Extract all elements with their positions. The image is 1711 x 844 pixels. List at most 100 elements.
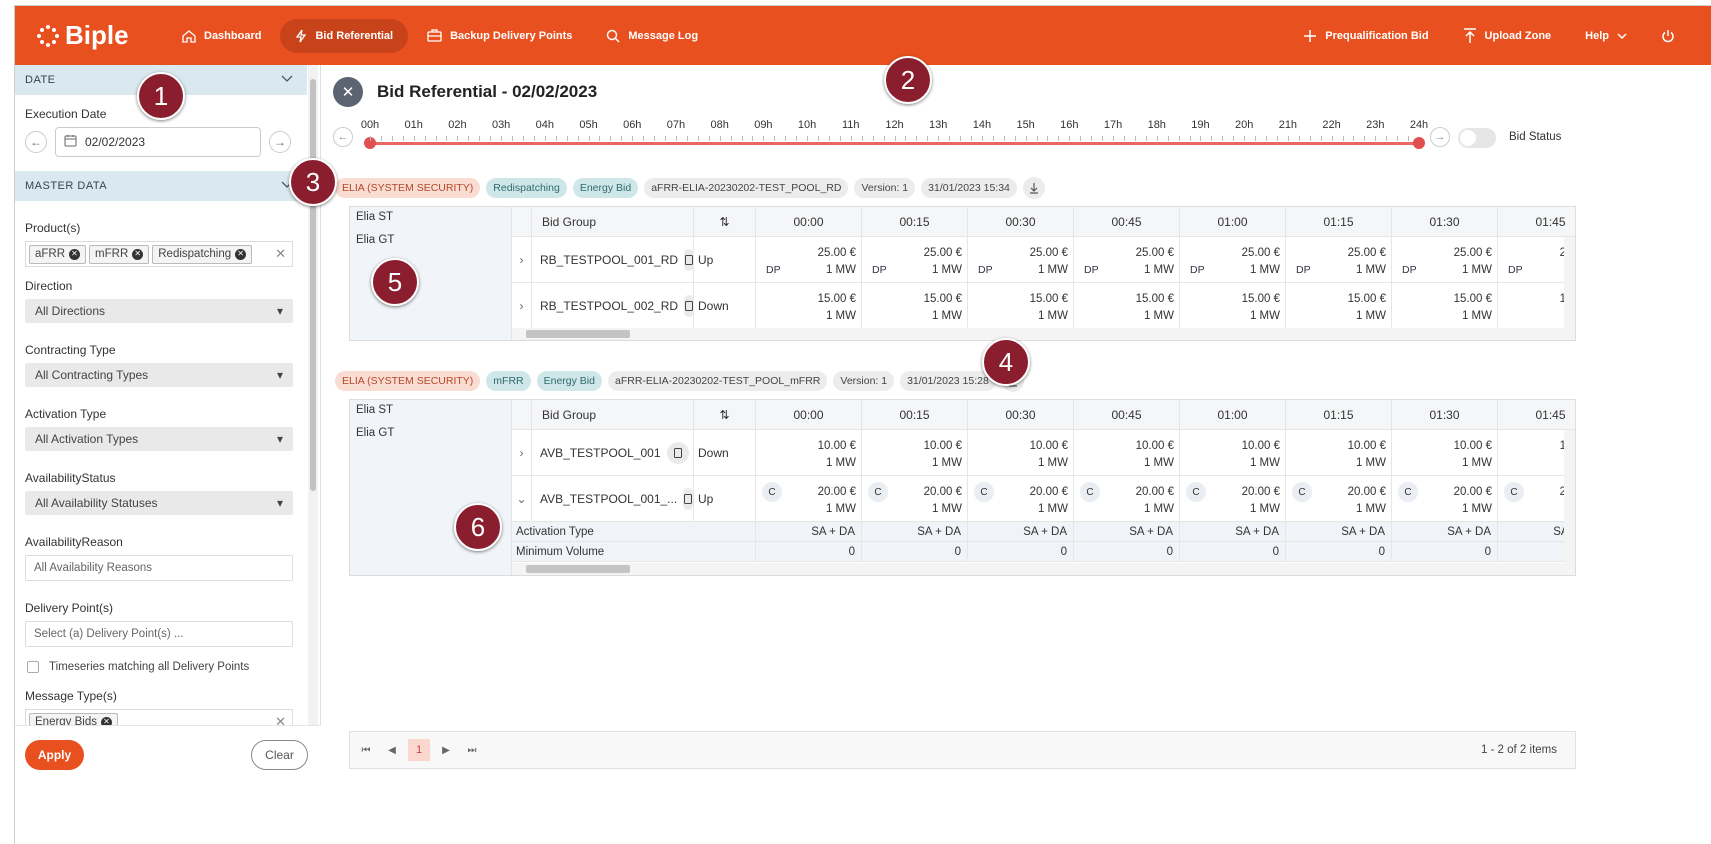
previous-date-button[interactable]: ← — [25, 131, 47, 153]
table-vscrollbar[interactable] — [1564, 430, 1575, 563]
remove-chip-icon[interactable]: ✕ — [132, 248, 144, 260]
table-hscroll-thumb[interactable] — [526, 565, 630, 573]
timeline-tick — [1353, 136, 1355, 141]
products-multiselect[interactable]: aFRR ✕ mFRR ✕ Redispatching ✕ ✕ — [25, 241, 293, 267]
expand-row-button[interactable]: › — [512, 283, 532, 328]
value-cell: 15.00 € 1 MW — [968, 283, 1074, 328]
app-logo[interactable]: Biple — [37, 20, 167, 51]
last-page-button[interactable]: ⏭ — [462, 745, 482, 756]
logout-button[interactable] — [1646, 19, 1690, 53]
next-page-button[interactable]: ▶ — [436, 745, 456, 756]
execution-date-input[interactable]: 02/02/2023 — [55, 127, 261, 157]
table-header: Bid Group ⇅ 00:00 00:15 00:30 00:45 01:00 01:15… — [512, 207, 1575, 237]
table-vscrollbar[interactable] — [1564, 237, 1575, 328]
remove-chip-icon[interactable]: ✕ — [235, 248, 247, 260]
clear-all-icon[interactable]: ✕ — [275, 714, 286, 725]
expand-row-button[interactable]: › — [512, 430, 532, 475]
contracting-type-select[interactable]: All Contracting Types ▾ — [25, 363, 293, 387]
timeseries-checkbox[interactable] — [27, 661, 39, 673]
direction-cell: Up — [694, 476, 756, 521]
timeline-tick — [1266, 136, 1268, 141]
timeseries-checkbox-row[interactable]: Timeseries matching all Delivery Points — [27, 661, 307, 673]
timeline-next-button[interactable]: → — [1430, 127, 1450, 147]
volume-value: 1 MW — [1461, 264, 1492, 276]
expand-row-button[interactable]: ⌄ — [512, 476, 532, 521]
filter-panel[interactable]: DATE Execution Date ← 02/02/2023 → MASTE… — [15, 65, 307, 725]
prequalification-bid-button[interactable]: Prequalification Bid — [1288, 19, 1443, 53]
bid-group-header[interactable]: Bid Group — [532, 400, 694, 429]
nav-bid-referential[interactable]: Bid Referential — [280, 18, 409, 53]
activation-type-select[interactable]: All Activation Types ▾ — [25, 427, 293, 451]
copy-icon[interactable] — [666, 441, 689, 464]
nav-dashboard[interactable]: Dashboard — [167, 19, 276, 53]
timeline-tick — [1233, 136, 1235, 141]
side-list-item[interactable]: Elia GT — [356, 427, 511, 446]
table-row[interactable]: ⌄ AVB_TESTPOOL_001_... Up C 20.00 € 1 MW C 20.0… — [512, 476, 1575, 522]
price-value: 10.00 € — [1029, 440, 1068, 452]
info-tag: aFRR-ELIA-20230202-TEST_POOL_RD — [644, 178, 849, 198]
download-button[interactable] — [1022, 177, 1045, 199]
direction-cell: Down — [694, 283, 756, 328]
table-row[interactable]: › RB_TESTPOOL_001_RD Up DP 25.00 € 1 MW DP 25.0… — [512, 237, 1575, 283]
side-list-item[interactable]: Elia ST — [356, 211, 511, 230]
detail-value: 0 — [1180, 542, 1286, 561]
availability-status-select[interactable]: All Availability Statuses ▾ — [25, 491, 293, 515]
timeline-tick — [970, 136, 972, 141]
copy-icon[interactable] — [684, 294, 695, 317]
timeline-prev-button[interactable]: ← — [333, 127, 353, 147]
timeline-tick — [1397, 136, 1399, 141]
copy-icon[interactable] — [684, 248, 695, 271]
availability-reason-input[interactable]: All Availability Reasons — [25, 555, 293, 581]
timeline-tick — [1200, 136, 1202, 141]
table-row[interactable]: › RB_TESTPOOL_002_RD Down 15.00 €1 MW 15.00 … — [512, 283, 1575, 329]
table-hscrollbar[interactable] — [512, 563, 1575, 575]
message-types-multiselect[interactable]: Energy Bids ✕ ✕ — [25, 709, 293, 725]
timeline-tick — [1364, 136, 1366, 141]
prev-page-button[interactable]: ◀ — [382, 745, 402, 756]
sort-icon[interactable]: ⇅ — [694, 400, 756, 429]
table-row[interactable]: › AVB_TESTPOOL_001 Down 10.00 €1 MW 10.00 €1… — [512, 430, 1575, 476]
upload-icon — [1463, 27, 1477, 44]
volume-value: 1 MW — [1037, 457, 1068, 469]
chip[interactable]: aFRR ✕ — [29, 244, 87, 264]
timeline-end-handle[interactable] — [1413, 137, 1425, 149]
direction-select[interactable]: All Directions ▾ — [25, 299, 293, 323]
timeline-tick — [1156, 136, 1158, 141]
chip-label: mFRR — [95, 248, 129, 260]
marker-3: 3 — [289, 158, 337, 206]
sidebar-scroll-thumb[interactable] — [310, 79, 316, 491]
side-list-item[interactable]: Elia ST — [356, 404, 511, 423]
bid-status-toggle[interactable] — [1458, 128, 1496, 148]
chip[interactable]: Energy Bids ✕ — [29, 712, 119, 725]
chevron-down-icon — [1617, 32, 1627, 40]
clear-button[interactable]: Clear — [251, 740, 308, 770]
apply-button[interactable]: Apply — [25, 740, 84, 770]
timeline-hour-label: 12h — [885, 119, 904, 131]
first-page-button[interactable]: ⏮ — [356, 745, 376, 756]
expand-row-button[interactable]: › — [512, 237, 532, 282]
next-date-button[interactable]: → — [269, 131, 291, 153]
delivery-points-input[interactable]: Select (a) Delivery Point(s) ... — [25, 621, 293, 647]
copy-icon[interactable] — [683, 487, 694, 510]
help-menu[interactable]: Help — [1570, 19, 1642, 53]
master-data-section-header[interactable]: MASTER DATA — [15, 171, 307, 201]
hour-timeline[interactable]: ← → Bid Status 00h 01h 02h 03h 04h 05h 06h 07h 0… — [333, 117, 1711, 157]
clear-all-icon[interactable]: ✕ — [275, 246, 286, 262]
timeline-hour-label: 23h — [1366, 119, 1385, 131]
close-button[interactable]: ✕ — [333, 77, 363, 107]
price-value: 25.00 € — [1135, 247, 1174, 259]
remove-chip-icon[interactable]: ✕ — [69, 248, 81, 260]
detail-value: SA + DA — [1074, 522, 1180, 541]
current-page[interactable]: 1 — [408, 739, 430, 761]
upload-zone-button[interactable]: Upload Zone — [1448, 19, 1567, 53]
sort-icon[interactable]: ⇅ — [694, 207, 756, 236]
nav-message-log[interactable]: Message Log — [591, 19, 713, 53]
remove-chip-icon[interactable]: ✕ — [101, 716, 113, 725]
table-hscroll-thumb[interactable] — [526, 330, 630, 338]
side-list-item[interactable]: Elia GT — [356, 234, 511, 253]
nav-backup-delivery-points[interactable]: Backup Delivery Points — [412, 19, 587, 53]
chip[interactable]: mFRR ✕ — [89, 244, 150, 264]
chip[interactable]: Redispatching ✕ — [152, 244, 253, 264]
bid-group-header[interactable]: Bid Group — [532, 207, 694, 236]
table-hscrollbar[interactable] — [512, 328, 1575, 340]
